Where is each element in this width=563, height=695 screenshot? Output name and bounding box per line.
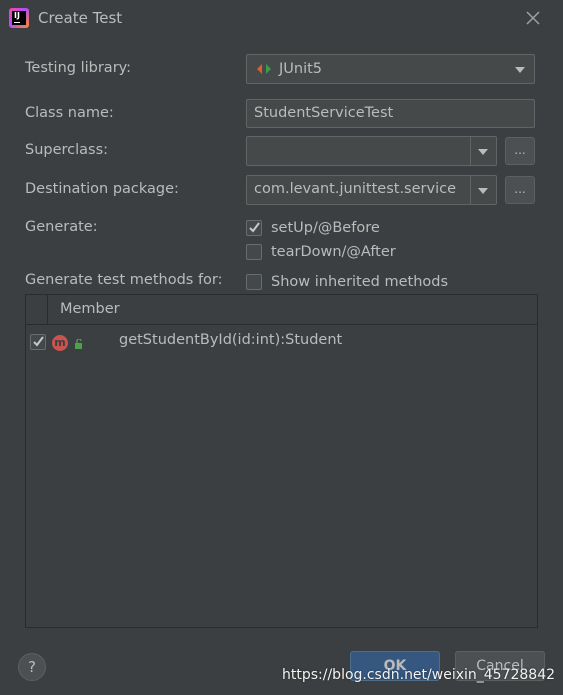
class-name-value: StudentServiceTest [254, 105, 394, 121]
chevron-down-icon [515, 67, 525, 73]
check-icon [249, 222, 260, 233]
destination-package-label: Destination package: [25, 181, 179, 197]
setup-label[interactable]: setUp/@Before [271, 220, 380, 236]
show-inherited-label[interactable]: Show inherited methods [271, 274, 448, 290]
generate-label: Generate: [25, 219, 98, 235]
setup-checkbox[interactable] [246, 220, 262, 236]
checkbox-column-header[interactable] [26, 295, 48, 324]
superclass-browse-button[interactable]: ... [505, 137, 535, 165]
testing-library-dropdown[interactable]: JUnit5 [246, 54, 535, 84]
chevron-down-icon[interactable] [478, 188, 488, 194]
member-name: getStudentById(id:int):Student [119, 332, 343, 348]
method-icon: m [52, 335, 68, 351]
destination-package-combo[interactable]: com.levant.junittest.service [246, 175, 497, 205]
superclass-label: Superclass: [25, 142, 109, 158]
intellij-logo-icon: IJ [9, 8, 29, 28]
teardown-label[interactable]: tearDown/@After [271, 244, 396, 260]
table-header: Member [26, 295, 537, 325]
table-row[interactable]: m getStudentById(id:int):Student [26, 326, 537, 356]
testing-library-label: Testing library: [25, 60, 132, 76]
junit-icon [257, 64, 271, 74]
teardown-checkbox[interactable] [246, 244, 262, 260]
destination-package-value: com.levant.junittest.service [254, 181, 456, 197]
superclass-combo[interactable] [246, 136, 497, 166]
check-icon [33, 336, 44, 347]
test-methods-label: Generate test methods for: [25, 272, 223, 288]
class-name-label: Class name: [25, 105, 114, 121]
window-title: Create Test [38, 9, 123, 27]
testing-library-value: JUnit5 [279, 61, 323, 77]
help-button[interactable]: ? [18, 653, 46, 681]
close-icon[interactable] [524, 9, 542, 27]
public-lock-icon [75, 339, 82, 349]
row-checkbox[interactable] [30, 334, 46, 350]
member-table: Member m getStudentById(id:int):Student [25, 294, 538, 628]
show-inherited-checkbox[interactable] [246, 274, 262, 290]
title-bar: IJ Create Test [0, 0, 563, 36]
watermark: https://blog.csdn.net/weixin_45728842 [282, 667, 556, 683]
chevron-down-icon[interactable] [478, 149, 488, 155]
member-column-header[interactable]: Member [60, 301, 120, 317]
destination-package-browse-button[interactable]: ... [505, 176, 535, 204]
class-name-input[interactable]: StudentServiceTest [246, 99, 535, 128]
